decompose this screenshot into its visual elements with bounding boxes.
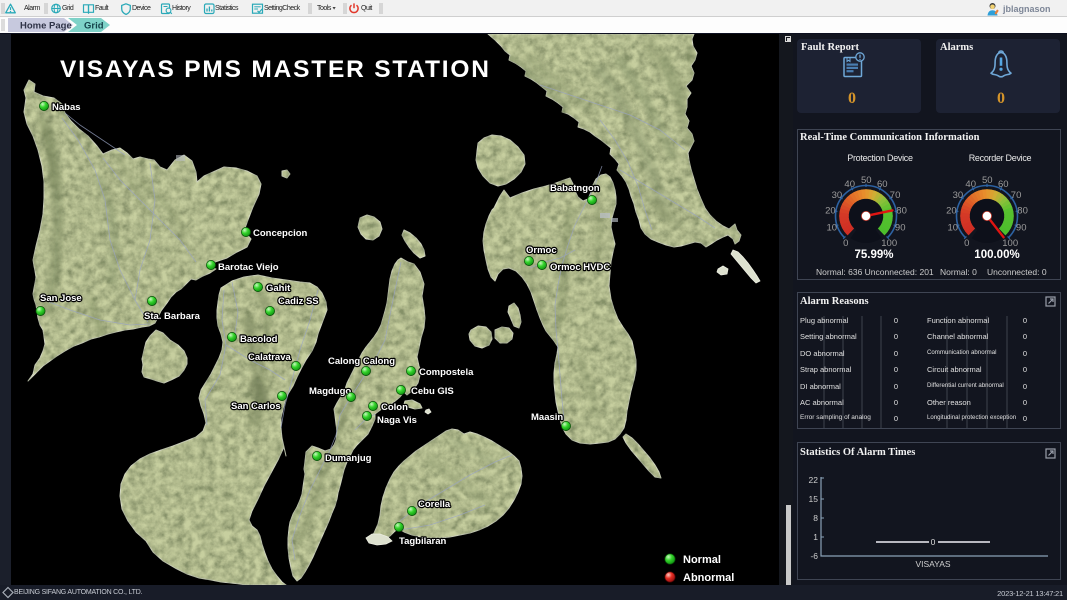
svg-text:Tagbilaran: Tagbilaran	[399, 536, 447, 547]
svg-text:60: 60	[998, 179, 1009, 190]
svg-text:Ormoc: Ormoc	[526, 245, 557, 256]
svg-text:Grid: Grid	[84, 21, 104, 32]
svg-text:100: 100	[881, 238, 897, 249]
svg-text:20: 20	[946, 206, 957, 217]
svg-text:100: 100	[1002, 238, 1018, 249]
svg-text:Nabas: Nabas	[52, 102, 81, 113]
svg-text:Concepcion: Concepcion	[253, 228, 308, 239]
svg-text:90: 90	[895, 222, 906, 233]
svg-text:30: 30	[953, 190, 964, 201]
svg-text:Sta. Barbara: Sta. Barbara	[144, 311, 201, 322]
svg-text:Barotac Viejo: Barotac Viejo	[218, 262, 279, 273]
svg-text:-6: -6	[810, 551, 818, 561]
svg-text:30: 30	[832, 190, 843, 201]
svg-text:San Jose: San Jose	[40, 293, 82, 304]
svg-text:Corella: Corella	[418, 499, 451, 510]
svg-text:Bacolod: Bacolod	[240, 334, 278, 345]
svg-text:40: 40	[965, 179, 976, 190]
svg-text:0: 0	[964, 238, 969, 249]
svg-text:0: 0	[931, 537, 936, 547]
svg-text:Abnormal: Abnormal	[683, 572, 734, 584]
svg-text:Home Page: Home Page	[20, 21, 72, 32]
svg-text:15: 15	[809, 494, 819, 504]
svg-text:Calatrava: Calatrava	[248, 352, 291, 363]
svg-text:VISAYAS: VISAYAS	[915, 559, 950, 569]
svg-text:20: 20	[825, 206, 836, 217]
svg-text:10: 10	[948, 222, 959, 233]
svg-text:VISAYAS PMS MASTER STATION: VISAYAS PMS MASTER STATION	[60, 56, 491, 83]
svg-text:Compostela: Compostela	[419, 367, 474, 378]
svg-text:70: 70	[1011, 190, 1022, 201]
svg-text:Maasin: Maasin	[531, 412, 563, 423]
svg-text:8: 8	[813, 513, 818, 523]
svg-text:Dumanjug: Dumanjug	[325, 453, 372, 464]
svg-text:Naga Vis: Naga Vis	[377, 415, 417, 426]
svg-text:50: 50	[861, 175, 872, 186]
svg-text:50: 50	[982, 175, 993, 186]
svg-text:10: 10	[827, 222, 838, 233]
svg-text:60: 60	[877, 179, 888, 190]
svg-text:Magdugo: Magdugo	[309, 386, 351, 397]
svg-text:Normal: Normal	[683, 554, 721, 566]
svg-text:80: 80	[1017, 206, 1028, 217]
svg-text:70: 70	[890, 190, 901, 201]
svg-text:San Carlos: San Carlos	[231, 401, 281, 412]
svg-text:80: 80	[896, 206, 907, 217]
svg-text:40: 40	[844, 179, 855, 190]
svg-text:Colon: Colon	[381, 402, 408, 413]
svg-text:0: 0	[843, 238, 848, 249]
svg-text:22: 22	[809, 475, 819, 485]
svg-text:Cadiz SS: Cadiz SS	[278, 296, 319, 307]
svg-text:90: 90	[1016, 222, 1027, 233]
svg-text:Calong Calong: Calong Calong	[328, 356, 395, 367]
svg-text:Babatngon: Babatngon	[550, 183, 600, 194]
svg-text:Cebu GIS: Cebu GIS	[411, 386, 454, 397]
svg-text:Ormoc HVDC: Ormoc HVDC	[550, 262, 610, 273]
svg-text:Gahit: Gahit	[266, 283, 291, 294]
svg-text:1: 1	[813, 532, 818, 542]
